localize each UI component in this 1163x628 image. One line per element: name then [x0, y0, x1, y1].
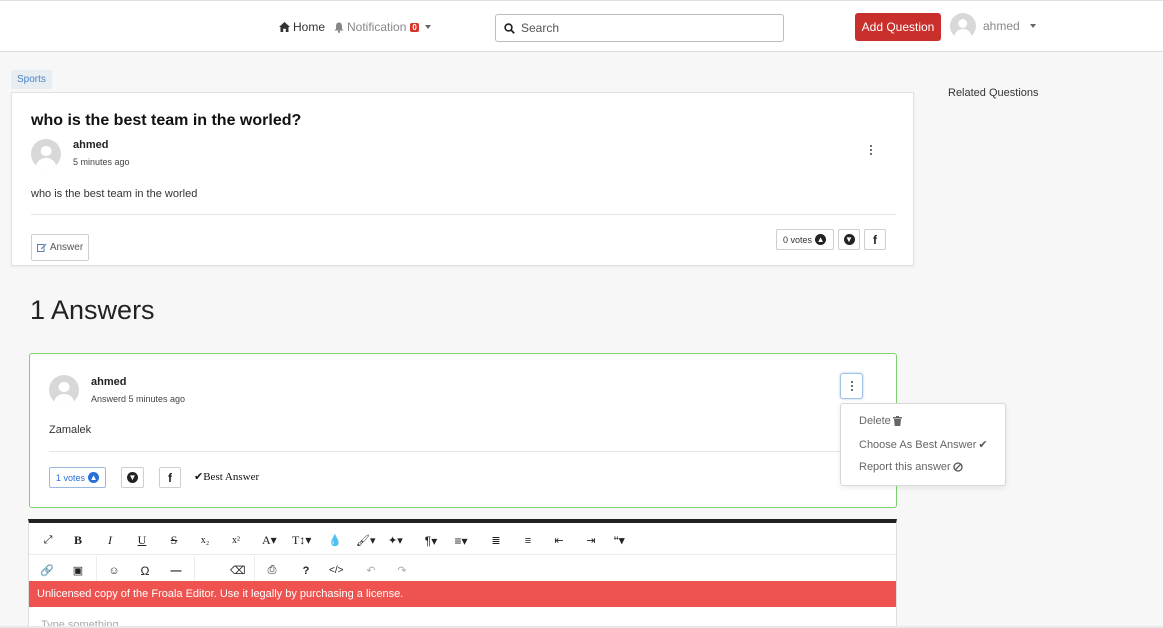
- menu-item-choose-best-label: Choose As Best Answer: [859, 438, 977, 451]
- arrow-down-circle-icon: ▼: [843, 234, 855, 245]
- align-icon[interactable]: ≡▾: [454, 526, 468, 555]
- superscript-icon[interactable]: x²: [229, 526, 243, 555]
- ban-icon: [953, 462, 963, 472]
- italic-icon[interactable]: I: [103, 526, 117, 555]
- menu-item-report-label: Report this answer: [859, 461, 951, 473]
- search-icon: [504, 22, 515, 34]
- toolbar-separator: [194, 556, 195, 584]
- user-avatar: [950, 13, 976, 39]
- nav-notifications-label: Notification: [347, 20, 407, 34]
- user-menu-dropdown[interactable]: ahmed: [950, 13, 1036, 39]
- divider: [49, 451, 879, 452]
- best-answer-label: Best Answer: [203, 471, 260, 483]
- divider: [31, 214, 896, 215]
- answer-button[interactable]: Answer: [31, 234, 89, 261]
- toolbar-separator: [254, 556, 255, 584]
- home-icon: [279, 22, 290, 32]
- answer-time: Answerd 5 minutes ago: [91, 394, 186, 404]
- question-upvote-button[interactable]: 0 votes ▲: [776, 229, 834, 250]
- paint-brush-icon[interactable]: 🖌▾: [356, 526, 376, 555]
- search-box[interactable]: [495, 14, 784, 42]
- menu-item-choose-best[interactable]: Choose As Best Answer ✔: [859, 438, 988, 452]
- menu-item-report[interactable]: Report this answer: [859, 461, 963, 473]
- bell-icon: [334, 22, 344, 33]
- toolbar-separator: [96, 556, 97, 584]
- user-name: ahmed: [983, 19, 1020, 33]
- answer-editor: ⤢ B I U S x₂ x² A▾ T↕▾ 💧 🖌▾ ✦▾ ¶▾ ≡▾ ≣ ≡…: [28, 519, 897, 628]
- indent-icon[interactable]: ⇥: [584, 526, 598, 555]
- question-title: who is the best team in the worled?: [31, 112, 302, 129]
- answers-heading: 1 Answers: [30, 295, 155, 325]
- answer-body: Zamalek: [49, 424, 92, 436]
- arrow-up-circle-icon: ▲: [815, 234, 827, 245]
- strikethrough-icon[interactable]: S: [167, 526, 181, 555]
- edit-icon: [36, 243, 47, 252]
- answer-votes-count: 1 votes: [56, 472, 86, 483]
- question-card: who is the best team in the worled? ahme…: [11, 92, 914, 266]
- answer-downvote-button[interactable]: ▼: [121, 467, 144, 488]
- bold-icon[interactable]: B: [71, 526, 85, 555]
- arrow-down-circle-icon: ▼: [127, 472, 138, 483]
- question-facebook-share-button[interactable]: f: [864, 229, 886, 250]
- top-navbar: Home Notification0 Add Question ahmed: [0, 0, 1163, 52]
- answer-author[interactable]: ahmed: [91, 376, 126, 388]
- question-options-icon[interactable]: [869, 145, 872, 155]
- question-author[interactable]: ahmed: [73, 139, 108, 151]
- underline-icon[interactable]: U: [135, 526, 149, 555]
- fullscreen-icon[interactable]: ⤢: [39, 526, 57, 555]
- menu-item-delete-label: Delete: [859, 415, 891, 427]
- notifications-count-badge: 0: [410, 22, 419, 32]
- answer-upvote-button[interactable]: 1 votes ▲: [49, 467, 106, 488]
- facebook-icon: f: [168, 470, 172, 485]
- outdent-icon[interactable]: ⇤: [552, 526, 566, 555]
- best-answer-indicator: ✔Best Answer: [194, 470, 259, 483]
- nav-home-link[interactable]: Home: [279, 20, 325, 34]
- subscript-icon[interactable]: x₂: [198, 526, 212, 555]
- facebook-icon: f: [873, 232, 877, 247]
- category-tag[interactable]: Sports: [11, 70, 52, 89]
- font-size-icon[interactable]: T↕▾: [292, 526, 311, 555]
- related-questions-title: Related Questions: [948, 87, 1039, 99]
- answer-author-avatar: [49, 375, 79, 405]
- unordered-list-icon[interactable]: ≡: [521, 526, 535, 555]
- menu-item-delete[interactable]: Delete: [859, 415, 902, 427]
- kebab-icon: [850, 381, 853, 391]
- ordered-list-icon[interactable]: ≣: [489, 526, 503, 555]
- check-icon: ✔: [978, 439, 988, 451]
- search-input[interactable]: [521, 21, 761, 35]
- answer-options-button[interactable]: [840, 373, 863, 399]
- trash-icon: [892, 416, 902, 426]
- magic-style-icon[interactable]: ✦▾: [388, 526, 403, 555]
- answer-card: ahmed Answerd 5 minutes ago Zamalek 1 vo…: [29, 353, 897, 508]
- editor-toolbar-row-1: ⤢ B I U S x₂ x² A▾ T↕▾ 💧 🖌▾ ✦▾ ¶▾ ≡▾ ≣ ≡…: [29, 526, 896, 555]
- question-body: who is the best team in the worled: [31, 188, 198, 200]
- nav-home-label: Home: [293, 20, 326, 34]
- question-time: 5 minutes ago: [73, 157, 130, 167]
- answer-button-label: Answer: [49, 242, 84, 253]
- answer-options-menu: Delete Choose As Best Answer ✔ Report th…: [840, 403, 1006, 486]
- quote-icon[interactable]: “▾: [612, 526, 626, 555]
- font-family-icon[interactable]: A▾: [262, 526, 277, 555]
- question-votes-count: 0 votes: [783, 234, 813, 245]
- license-warning-banner: Unlicensed copy of the Froala Editor. Us…: [29, 581, 896, 607]
- question-downvote-button[interactable]: ▼: [838, 229, 860, 250]
- answer-facebook-share-button[interactable]: f: [159, 467, 181, 488]
- chevron-down-icon: [424, 25, 431, 29]
- nav-notifications-dropdown[interactable]: Notification 0: [334, 20, 431, 34]
- add-question-button[interactable]: Add Question: [855, 13, 941, 41]
- text-color-icon[interactable]: 💧: [328, 526, 342, 555]
- check-icon: ✔: [194, 471, 204, 483]
- paragraph-format-icon[interactable]: ¶▾: [424, 526, 438, 555]
- chevron-down-icon: [1029, 24, 1036, 28]
- question-author-avatar: [31, 139, 61, 169]
- arrow-up-circle-icon: ▲: [88, 472, 100, 483]
